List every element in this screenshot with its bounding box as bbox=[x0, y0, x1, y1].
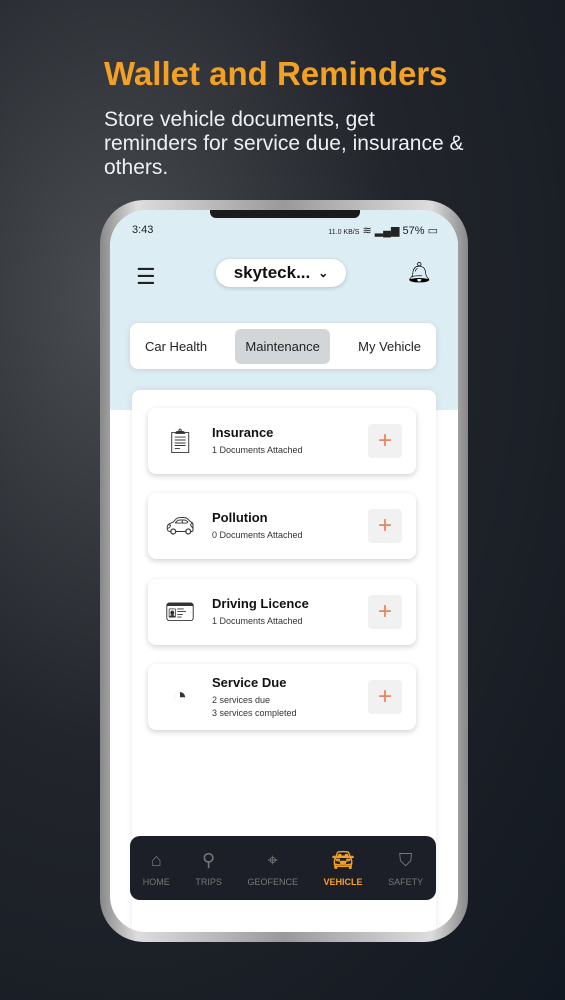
clipboard-shield-icon: 📋︎ bbox=[164, 427, 196, 455]
home-icon: ⌂ bbox=[150, 849, 162, 870]
nav-label: HOME bbox=[142, 876, 170, 887]
tab-bar: Car Health Maintenance My Vehicle bbox=[130, 323, 436, 369]
app-screen: 3:43 11.0 KB/S ≋ ▂▄▆ 57% ▭ ☰ skyteck... ⌄… bbox=[110, 210, 458, 932]
map-pin-icon: ⌖ bbox=[267, 849, 278, 870]
service-due-card[interactable]: ◔ Service Due 2 services due 3 services com… bbox=[148, 664, 416, 730]
pollution-card[interactable]: 🚗︎ Pollution 0 Documents Attached + bbox=[148, 493, 416, 559]
car-icon: 🚘︎ bbox=[331, 849, 355, 870]
nav-vehicle[interactable]: 🚘︎ VEHICLE bbox=[324, 850, 363, 887]
notch bbox=[210, 210, 360, 218]
nav-label: VEHICLE bbox=[323, 876, 363, 887]
phone-frame: 3:43 11.0 KB/S ≋ ▂▄▆ 57% ▭ ☰ skyteck... ⌄… bbox=[100, 200, 468, 942]
signal-icon: ▂▄▆ bbox=[374, 225, 400, 237]
car-smoke-icon: 🚗︎ bbox=[164, 512, 196, 540]
nav-geofence[interactable]: ⌖ GEOFENCE bbox=[247, 850, 298, 887]
add-pollution-button[interactable]: + bbox=[368, 509, 402, 543]
driving-licence-card[interactable]: 🪪︎ Driving Licence 1 Documents Attached + bbox=[148, 579, 416, 645]
services-completed: 3 services completed bbox=[212, 707, 297, 718]
chevron-down-icon: ⌄ bbox=[318, 266, 329, 280]
add-licence-button[interactable]: + bbox=[368, 595, 402, 629]
tab-my-vehicle[interactable]: My Vehicle bbox=[348, 329, 431, 364]
trips-pin-icon: ⚲ bbox=[202, 849, 216, 870]
promo-title: Wallet and Reminders bbox=[104, 55, 448, 92]
vehicle-selector[interactable]: skyteck... ⌄ bbox=[216, 259, 346, 287]
card-title: Insurance bbox=[212, 425, 274, 440]
tab-car-health[interactable]: Car Health bbox=[135, 329, 217, 364]
card-subtitle: 1 Documents Attached bbox=[212, 616, 303, 626]
shield-icon: ⛉ bbox=[398, 849, 413, 870]
promo-subtitle: Store vehicle documents, get reminders f… bbox=[104, 108, 464, 179]
insurance-card[interactable]: 📋︎ Insurance 1 Documents Attached + bbox=[148, 408, 416, 474]
status-time: 3:43 bbox=[132, 224, 154, 236]
nav-home[interactable]: ⌂ HOME bbox=[143, 850, 170, 887]
card-title: Service Due bbox=[212, 674, 287, 690]
add-service-button[interactable]: + bbox=[368, 680, 402, 714]
header-background bbox=[110, 210, 458, 410]
battery-icon: ▭ bbox=[427, 225, 438, 237]
hamburger-menu-icon[interactable]: ☰ bbox=[136, 264, 156, 290]
nav-label: TRIPS bbox=[195, 876, 222, 887]
status-bar: 3:43 11.0 KB/S ≋ ▂▄▆ 57% ▭ bbox=[132, 224, 438, 237]
bell-icon[interactable]: 🔔︎ bbox=[407, 260, 432, 285]
services-due: 2 services due bbox=[212, 694, 271, 705]
speedometer-icon: ◔ bbox=[172, 683, 188, 710]
card-subtitle: 0 Documents Attached bbox=[212, 530, 303, 540]
vehicle-name: skyteck... bbox=[233, 263, 311, 282]
card-title: Driving Licence bbox=[212, 596, 309, 611]
add-insurance-button[interactable]: + bbox=[368, 424, 402, 458]
card-title: Pollution bbox=[212, 510, 268, 525]
nav-label: SAFETY bbox=[388, 876, 424, 887]
tab-maintenance[interactable]: Maintenance bbox=[235, 328, 330, 364]
wifi-icon: ≋ bbox=[362, 225, 372, 237]
nav-trips[interactable]: ⚲ TRIPS bbox=[195, 850, 222, 887]
battery-level: 57% bbox=[402, 225, 425, 237]
network-speed: 11.0 KB/S bbox=[328, 229, 360, 236]
id-card-icon: 🪪︎ bbox=[164, 598, 196, 626]
nav-label: GEOFENCE bbox=[247, 876, 298, 887]
bottom-nav: ⌂ HOME ⚲ TRIPS ⌖ GEOFENCE 🚘︎ VEHICLE ⛉ SAFETY bbox=[130, 836, 436, 900]
card-subtitle: 1 Documents Attached bbox=[212, 445, 303, 455]
nav-safety[interactable]: ⛉ SAFETY bbox=[388, 850, 423, 887]
